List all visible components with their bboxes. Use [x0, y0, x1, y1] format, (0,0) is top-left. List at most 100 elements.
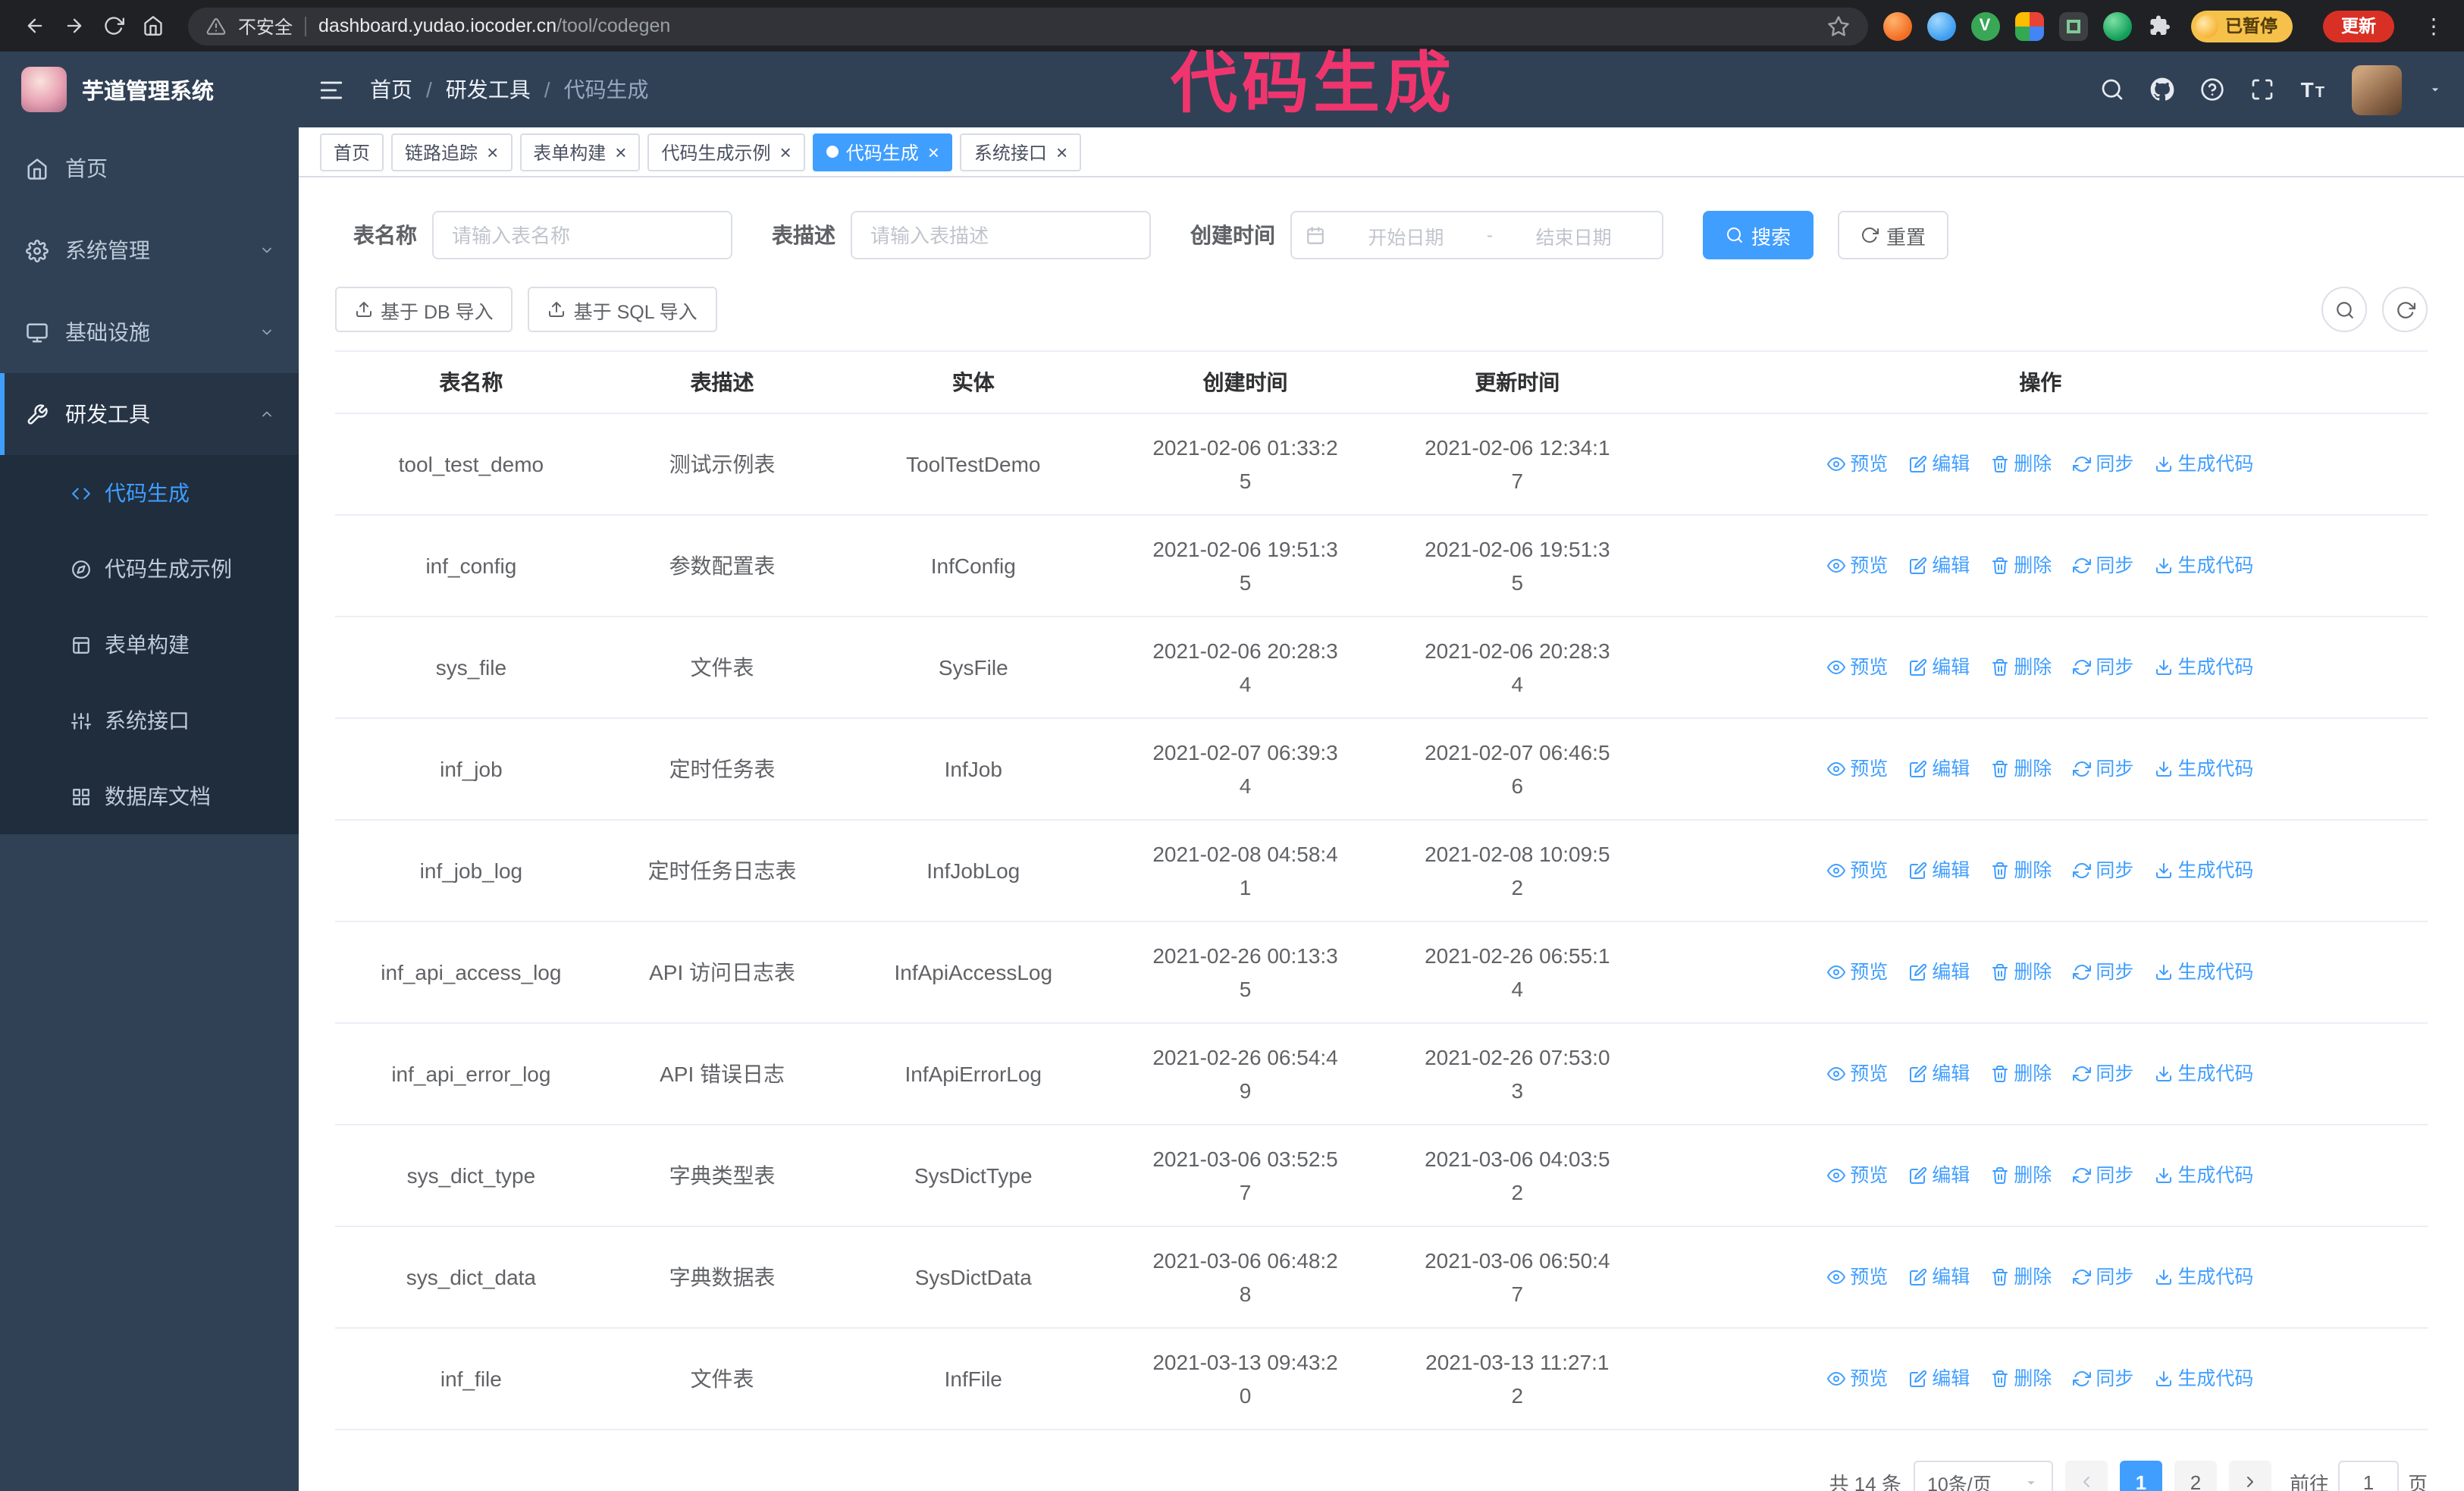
sync-link[interactable]: 同步: [2073, 752, 2133, 786]
fullscreen-icon[interactable]: [2251, 77, 2275, 102]
preview-link[interactable]: 预览: [1827, 752, 1888, 786]
preview-link[interactable]: 预览: [1827, 1260, 1888, 1294]
preview-link[interactable]: 预览: [1827, 447, 1888, 481]
browser-menu-icon[interactable]: ⋮: [2419, 13, 2449, 39]
generate-code-link[interactable]: 生成代码: [2155, 549, 2253, 582]
preview-link[interactable]: 预览: [1827, 1057, 1888, 1091]
generate-code-link[interactable]: 生成代码: [2155, 447, 2253, 481]
preview-link[interactable]: 预览: [1827, 956, 1888, 989]
breadcrumb-item[interactable]: 首页: [370, 74, 412, 105]
sidebar-subitem-codegen-example[interactable]: 代码生成示例: [0, 531, 299, 607]
tab-tracing[interactable]: 链路追踪 ×: [391, 133, 513, 171]
date-range-picker[interactable]: 开始日期 - 结束日期: [1290, 211, 1663, 259]
help-icon[interactable]: [2201, 77, 2225, 102]
delete-link[interactable]: 删除: [1991, 854, 2052, 887]
delete-link[interactable]: 删除: [1991, 1260, 2052, 1294]
back-button[interactable]: [15, 6, 55, 46]
reset-button[interactable]: 重置: [1838, 211, 1949, 259]
sidebar-subitem-db-doc[interactable]: 数据库文档: [0, 758, 299, 834]
edit-link[interactable]: 编辑: [1909, 854, 1970, 887]
sync-link[interactable]: 同步: [2073, 651, 2133, 684]
sync-link[interactable]: 同步: [2073, 1362, 2133, 1395]
reload-button[interactable]: [94, 6, 133, 46]
tab-form-builder[interactable]: 表单构建 ×: [519, 133, 641, 171]
edit-link[interactable]: 编辑: [1909, 752, 1970, 786]
sidebar-subitem-api[interactable]: 系统接口: [0, 683, 299, 758]
page-button-1[interactable]: 1: [2119, 1461, 2162, 1491]
close-icon[interactable]: ×: [615, 142, 626, 162]
close-icon[interactable]: ×: [1056, 142, 1067, 162]
sync-link[interactable]: 同步: [2073, 1260, 2133, 1294]
avatar-caret-down-icon[interactable]: [2428, 82, 2443, 97]
import-db-button[interactable]: 基于 DB 导入: [335, 287, 513, 332]
sidebar-item-devtools[interactable]: 研发工具: [0, 373, 299, 455]
import-sql-button[interactable]: 基于 SQL 导入: [528, 287, 717, 332]
delete-link[interactable]: 删除: [1991, 1057, 2052, 1091]
logo-area[interactable]: 芋道管理系统: [0, 67, 299, 112]
bookmark-star-icon[interactable]: [1826, 14, 1849, 37]
edit-link[interactable]: 编辑: [1909, 956, 1970, 989]
extension-icon-5[interactable]: [2058, 11, 2087, 40]
search-button[interactable]: 搜索: [1703, 211, 1814, 259]
generate-code-link[interactable]: 生成代码: [2155, 1260, 2253, 1294]
edit-link[interactable]: 编辑: [1909, 651, 1970, 684]
preview-link[interactable]: 预览: [1827, 854, 1888, 887]
github-icon[interactable]: [2151, 77, 2175, 102]
sidebar-subitem-form-builder[interactable]: 表单构建: [0, 607, 299, 683]
browser-home-button[interactable]: [133, 6, 173, 46]
delete-link[interactable]: 删除: [1991, 1159, 2052, 1192]
next-page-button[interactable]: [2228, 1461, 2271, 1491]
sync-link[interactable]: 同步: [2073, 447, 2133, 481]
close-icon[interactable]: ×: [928, 142, 939, 162]
date-start-input[interactable]: 开始日期: [1331, 221, 1481, 250]
refresh-button[interactable]: [2382, 287, 2428, 332]
sync-link[interactable]: 同步: [2073, 549, 2133, 582]
generate-code-link[interactable]: 生成代码: [2155, 1057, 2253, 1091]
delete-link[interactable]: 删除: [1991, 956, 2052, 989]
sync-link[interactable]: 同步: [2073, 956, 2133, 989]
delete-link[interactable]: 删除: [1991, 651, 2052, 684]
forward-button[interactable]: [55, 6, 94, 46]
generate-code-link[interactable]: 生成代码: [2155, 956, 2253, 989]
generate-code-link[interactable]: 生成代码: [2155, 651, 2253, 684]
edit-link[interactable]: 编辑: [1909, 447, 1970, 481]
table-desc-input[interactable]: [851, 211, 1151, 259]
delete-link[interactable]: 删除: [1991, 752, 2052, 786]
delete-link[interactable]: 删除: [1991, 447, 2052, 481]
search-icon[interactable]: [2101, 77, 2125, 102]
breadcrumb-item[interactable]: 研发工具: [446, 74, 531, 105]
tab-api[interactable]: 系统接口 ×: [960, 133, 1082, 171]
extension-icon-2[interactable]: [1926, 11, 1955, 40]
sidebar-toggle-button[interactable]: [299, 77, 364, 102]
generate-code-link[interactable]: 生成代码: [2155, 752, 2253, 786]
preview-link[interactable]: 预览: [1827, 651, 1888, 684]
delete-link[interactable]: 删除: [1991, 1362, 2052, 1395]
generate-code-link[interactable]: 生成代码: [2155, 1159, 2253, 1192]
sync-link[interactable]: 同步: [2073, 1057, 2133, 1091]
preview-link[interactable]: 预览: [1827, 1362, 1888, 1395]
preview-link[interactable]: 预览: [1827, 1159, 1888, 1192]
tab-codegen[interactable]: 代码生成 ×: [812, 133, 953, 171]
avatar[interactable]: [2352, 64, 2402, 115]
table-name-input[interactable]: [432, 211, 732, 259]
sync-link[interactable]: 同步: [2073, 1159, 2133, 1192]
goto-page-input[interactable]: [2337, 1461, 2399, 1491]
sidebar-item-home[interactable]: 首页: [0, 127, 299, 209]
extensions-puzzle-icon[interactable]: [2146, 11, 2175, 40]
browser-update-button[interactable]: 更新: [2323, 10, 2394, 42]
edit-link[interactable]: 编辑: [1909, 1362, 1970, 1395]
close-icon[interactable]: ×: [487, 142, 498, 162]
tab-codegen-example[interactable]: 代码生成示例 ×: [647, 133, 805, 171]
sidebar-subitem-codegen[interactable]: 代码生成: [0, 455, 299, 531]
prev-page-button[interactable]: [2064, 1461, 2108, 1491]
sync-link[interactable]: 同步: [2073, 854, 2133, 887]
address-bar[interactable]: 不安全 dashboard.yudao.iocoder.cn/tool/code…: [188, 7, 1867, 45]
toggle-search-button[interactable]: [2321, 287, 2367, 332]
extension-icon-1[interactable]: [1882, 11, 1911, 40]
close-icon[interactable]: ×: [780, 142, 792, 162]
generate-code-link[interactable]: 生成代码: [2155, 1362, 2253, 1395]
edit-link[interactable]: 编辑: [1909, 1260, 1970, 1294]
extension-icon-4[interactable]: [2014, 11, 2043, 40]
edit-link[interactable]: 编辑: [1909, 549, 1970, 582]
security-label[interactable]: 不安全: [238, 13, 293, 39]
